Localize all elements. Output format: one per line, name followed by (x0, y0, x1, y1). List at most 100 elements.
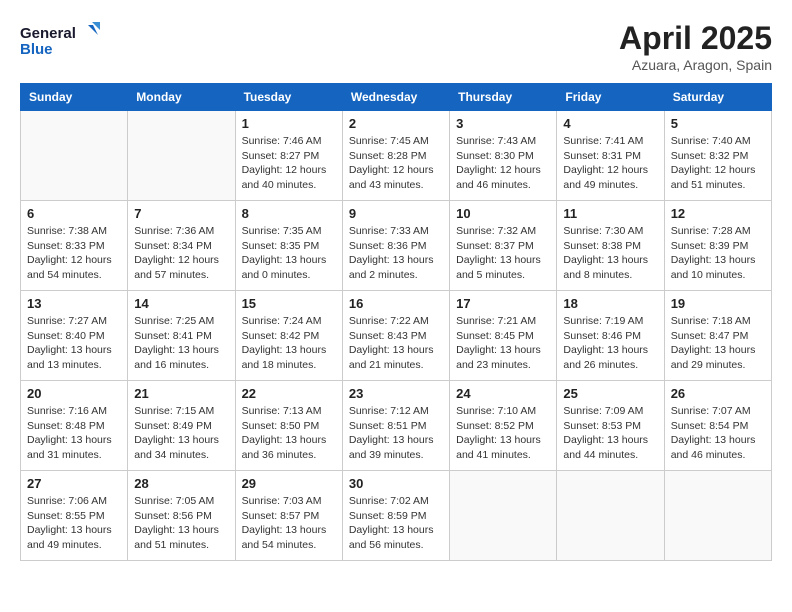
day-number: 5 (671, 116, 765, 131)
calendar-cell: 2 Sunrise: 7:45 AM Sunset: 8:28 PM Daylig… (342, 111, 449, 201)
calendar-cell: 25 Sunrise: 7:09 AM Sunset: 8:53 PM Dayli… (557, 381, 664, 471)
calendar-cell: 15 Sunrise: 7:24 AM Sunset: 8:42 PM Dayli… (235, 291, 342, 381)
day-info: Sunrise: 7:45 AM Sunset: 8:28 PM Dayligh… (349, 134, 443, 193)
calendar-cell (557, 471, 664, 561)
day-number: 28 (134, 476, 228, 491)
calendar-cell: 19 Sunrise: 7:18 AM Sunset: 8:47 PM Dayli… (664, 291, 771, 381)
day-info: Sunrise: 7:05 AM Sunset: 8:56 PM Dayligh… (134, 494, 228, 553)
calendar-cell: 30Sunrise: 7:02 AM Sunset: 8:59 PM Dayli… (342, 471, 449, 561)
day-number: 29 (242, 476, 336, 491)
calendar-cell: 1 Sunrise: 7:46 AM Sunset: 8:27 PM Daylig… (235, 111, 342, 201)
day-info: Sunrise: 7:43 AM Sunset: 8:30 PM Dayligh… (456, 134, 550, 193)
calendar-table: SundayMondayTuesdayWednesdayThursdayFrid… (20, 83, 772, 561)
day-info: Sunrise: 7:28 AM Sunset: 8:39 PM Dayligh… (671, 224, 765, 283)
calendar-cell: 24 Sunrise: 7:10 AM Sunset: 8:52 PM Dayli… (450, 381, 557, 471)
calendar-cell: 18 Sunrise: 7:19 AM Sunset: 8:46 PM Dayli… (557, 291, 664, 381)
calendar-cell (664, 471, 771, 561)
calendar-cell: 20 Sunrise: 7:16 AM Sunset: 8:48 PM Dayli… (21, 381, 128, 471)
calendar-week-row: 20 Sunrise: 7:16 AM Sunset: 8:48 PM Dayli… (21, 381, 772, 471)
day-info: Sunrise: 7:02 AM Sunset: 8:59 PM Dayligh… (349, 494, 443, 553)
page-header: General Blue April 2025 Azuara, Aragon, … (20, 20, 772, 73)
calendar-cell: 5 Sunrise: 7:40 AM Sunset: 8:32 PM Daylig… (664, 111, 771, 201)
calendar-cell: 22Sunrise: 7:13 AM Sunset: 8:50 PM Dayli… (235, 381, 342, 471)
day-number: 23 (349, 386, 443, 401)
calendar-cell: 6 Sunrise: 7:38 AM Sunset: 8:33 PM Daylig… (21, 201, 128, 291)
day-info: Sunrise: 7:03 AM Sunset: 8:57 PM Dayligh… (242, 494, 336, 553)
day-number: 6 (27, 206, 121, 221)
calendar-week-row: 1 Sunrise: 7:46 AM Sunset: 8:27 PM Daylig… (21, 111, 772, 201)
month-title: April 2025 (619, 20, 772, 57)
day-info: Sunrise: 7:13 AM Sunset: 8:50 PM Dayligh… (242, 404, 336, 463)
day-number: 10 (456, 206, 550, 221)
day-number: 7 (134, 206, 228, 221)
day-number: 15 (242, 296, 336, 311)
day-number: 18 (563, 296, 657, 311)
day-info: Sunrise: 7:25 AM Sunset: 8:41 PM Dayligh… (134, 314, 228, 373)
day-of-week-header: Wednesday (342, 84, 449, 111)
day-number: 13 (27, 296, 121, 311)
day-info: Sunrise: 7:16 AM Sunset: 8:48 PM Dayligh… (27, 404, 121, 463)
day-of-week-header: Thursday (450, 84, 557, 111)
day-number: 16 (349, 296, 443, 311)
calendar-cell: 28 Sunrise: 7:05 AM Sunset: 8:56 PM Dayli… (128, 471, 235, 561)
calendar-cell: 12 Sunrise: 7:28 AM Sunset: 8:39 PM Dayli… (664, 201, 771, 291)
day-number: 21 (134, 386, 228, 401)
day-number: 2 (349, 116, 443, 131)
day-number: 14 (134, 296, 228, 311)
logo-svg: General Blue (20, 20, 100, 65)
day-info: Sunrise: 7:06 AM Sunset: 8:55 PM Dayligh… (27, 494, 121, 553)
day-number: 12 (671, 206, 765, 221)
location-subtitle: Azuara, Aragon, Spain (619, 57, 772, 73)
day-info: Sunrise: 7:38 AM Sunset: 8:33 PM Dayligh… (27, 224, 121, 283)
day-number: 20 (27, 386, 121, 401)
day-number: 17 (456, 296, 550, 311)
day-info: Sunrise: 7:24 AM Sunset: 8:42 PM Dayligh… (242, 314, 336, 373)
day-of-week-header: Monday (128, 84, 235, 111)
day-info: Sunrise: 7:22 AM Sunset: 8:43 PM Dayligh… (349, 314, 443, 373)
day-number: 25 (563, 386, 657, 401)
day-info: Sunrise: 7:32 AM Sunset: 8:37 PM Dayligh… (456, 224, 550, 283)
day-info: Sunrise: 7:10 AM Sunset: 8:52 PM Dayligh… (456, 404, 550, 463)
day-number: 1 (242, 116, 336, 131)
svg-text:Blue: Blue (20, 41, 53, 58)
day-info: Sunrise: 7:46 AM Sunset: 8:27 PM Dayligh… (242, 134, 336, 193)
title-block: April 2025 Azuara, Aragon, Spain (619, 20, 772, 73)
calendar-cell: 23 Sunrise: 7:12 AM Sunset: 8:51 PM Dayli… (342, 381, 449, 471)
day-number: 19 (671, 296, 765, 311)
day-number: 11 (563, 206, 657, 221)
day-number: 27 (27, 476, 121, 491)
calendar-cell: 10 Sunrise: 7:32 AM Sunset: 8:37 PM Dayli… (450, 201, 557, 291)
calendar-cell: 3 Sunrise: 7:43 AM Sunset: 8:30 PM Daylig… (450, 111, 557, 201)
calendar-cell: 16 Sunrise: 7:22 AM Sunset: 8:43 PM Dayli… (342, 291, 449, 381)
svg-text:General: General (20, 25, 76, 42)
day-info: Sunrise: 7:18 AM Sunset: 8:47 PM Dayligh… (671, 314, 765, 373)
calendar-cell (128, 111, 235, 201)
calendar-cell: 27 Sunrise: 7:06 AM Sunset: 8:55 PM Dayli… (21, 471, 128, 561)
calendar-cell: 26Sunrise: 7:07 AM Sunset: 8:54 PM Dayli… (664, 381, 771, 471)
day-number: 9 (349, 206, 443, 221)
calendar-cell: 14 Sunrise: 7:25 AM Sunset: 8:41 PM Dayli… (128, 291, 235, 381)
day-number: 3 (456, 116, 550, 131)
logo: General Blue (20, 20, 100, 65)
day-info: Sunrise: 7:36 AM Sunset: 8:34 PM Dayligh… (134, 224, 228, 283)
day-of-week-header: Saturday (664, 84, 771, 111)
calendar-cell: 8Sunrise: 7:35 AM Sunset: 8:35 PM Daylig… (235, 201, 342, 291)
day-info: Sunrise: 7:09 AM Sunset: 8:53 PM Dayligh… (563, 404, 657, 463)
day-info: Sunrise: 7:30 AM Sunset: 8:38 PM Dayligh… (563, 224, 657, 283)
calendar-cell: 29 Sunrise: 7:03 AM Sunset: 8:57 PM Dayli… (235, 471, 342, 561)
day-of-week-header: Tuesday (235, 84, 342, 111)
day-number: 24 (456, 386, 550, 401)
calendar-cell: 13 Sunrise: 7:27 AM Sunset: 8:40 PM Dayli… (21, 291, 128, 381)
calendar-week-row: 13 Sunrise: 7:27 AM Sunset: 8:40 PM Dayli… (21, 291, 772, 381)
calendar-cell (21, 111, 128, 201)
calendar-cell (450, 471, 557, 561)
calendar-cell: 4Sunrise: 7:41 AM Sunset: 8:31 PM Daylig… (557, 111, 664, 201)
day-info: Sunrise: 7:19 AM Sunset: 8:46 PM Dayligh… (563, 314, 657, 373)
day-info: Sunrise: 7:41 AM Sunset: 8:31 PM Dayligh… (563, 134, 657, 193)
calendar-week-row: 6 Sunrise: 7:38 AM Sunset: 8:33 PM Daylig… (21, 201, 772, 291)
day-info: Sunrise: 7:21 AM Sunset: 8:45 PM Dayligh… (456, 314, 550, 373)
day-info: Sunrise: 7:40 AM Sunset: 8:32 PM Dayligh… (671, 134, 765, 193)
day-info: Sunrise: 7:27 AM Sunset: 8:40 PM Dayligh… (27, 314, 121, 373)
day-info: Sunrise: 7:12 AM Sunset: 8:51 PM Dayligh… (349, 404, 443, 463)
day-number: 26 (671, 386, 765, 401)
